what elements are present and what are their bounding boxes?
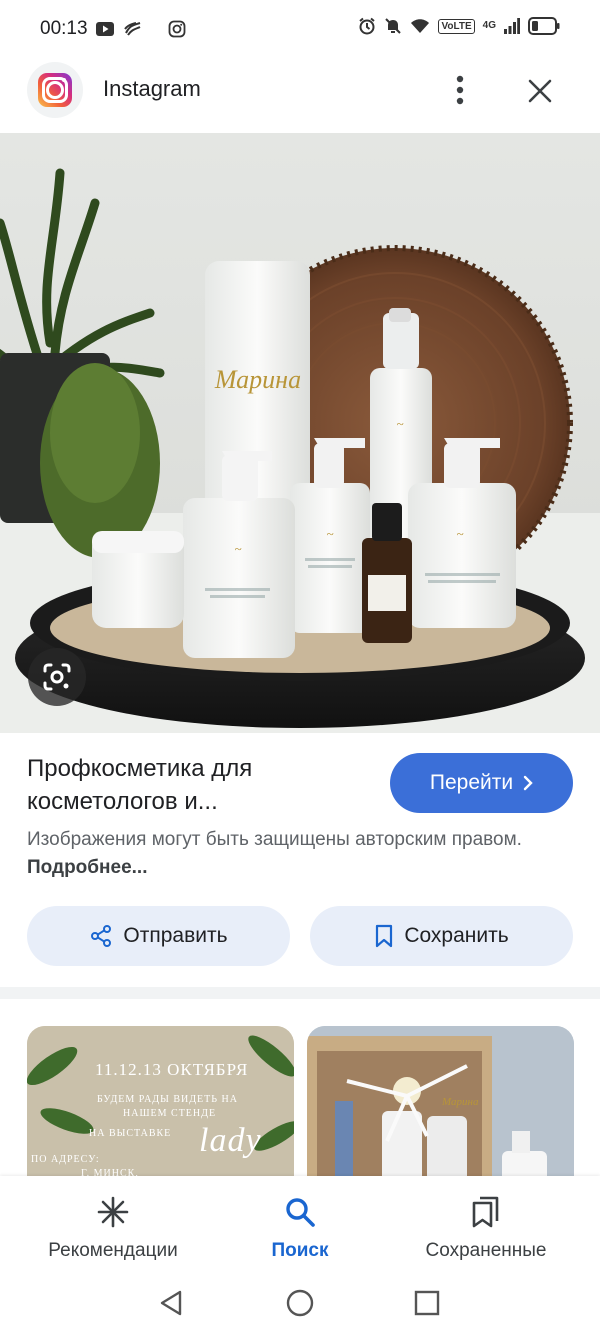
status-time: 00:13 — [40, 18, 88, 39]
tab-search[interactable]: Поиск — [210, 1192, 390, 1262]
source-app-logo[interactable] — [27, 62, 83, 118]
visit-button[interactable]: Перейти — [390, 753, 573, 813]
alarm-icon — [359, 17, 376, 35]
share-icon — [91, 925, 112, 947]
share-button[interactable]: Отправить — [27, 906, 290, 966]
wifi-icon — [411, 19, 430, 33]
share-label: Отправить — [123, 924, 228, 947]
fan-icon — [124, 22, 141, 36]
system-back-button[interactable] — [154, 1286, 188, 1320]
tab-saved[interactable]: Сохраненные — [396, 1192, 576, 1262]
close-button[interactable] — [518, 69, 562, 113]
save-label: Сохранить — [404, 924, 509, 947]
tab-saved-label: Сохраненные — [425, 1240, 547, 1261]
product-photo: Марина ~ ~ ~ ~ — [0, 133, 600, 733]
section-divider — [0, 987, 600, 999]
system-home-button[interactable] — [283, 1286, 317, 1320]
gift-box-photo — [307, 1026, 574, 1196]
volte-badge: VoLTE — [438, 18, 475, 34]
instagram-logo-icon — [38, 73, 72, 107]
screen: 00:13 VoLTE 4G Instagram Марина ~ ~ ~ ~ … — [0, 0, 600, 1332]
event-line-3: НА ВЫСТАВКЕ — [89, 1128, 172, 1139]
event-date: 11.12.13 ОКТЯБРЯ — [95, 1060, 249, 1079]
svg-text:~: ~ — [456, 526, 463, 541]
home-icon — [286, 1289, 314, 1317]
event-logo: lady — [199, 1122, 262, 1159]
event-line-2: НАШЕМ СТЕНДЕ — [123, 1108, 217, 1119]
related-image-2[interactable]: Марина — [307, 1026, 574, 1196]
learn-more-link[interactable]: Подробнее... — [27, 857, 147, 878]
back-icon — [160, 1290, 182, 1316]
google-lens-button[interactable] — [28, 648, 86, 706]
visit-label: Перейти — [429, 771, 514, 794]
status-bar: 00:13 VoLTE 4G — [0, 0, 600, 58]
search-icon — [286, 1198, 315, 1227]
copyright-text: Изображения могут быть защищены авторски… — [27, 829, 522, 850]
tab-search-label: Поиск — [271, 1240, 329, 1261]
system-recents-button[interactable] — [410, 1286, 444, 1320]
related-image-1[interactable]: 11.12.13 ОКТЯБРЯ БУДЕМ РАДЫ ВИДЕТЬ НА НА… — [27, 1026, 294, 1196]
tab-recommendations-label: Рекомендации — [48, 1240, 178, 1261]
asterisk-icon — [97, 1196, 129, 1228]
product-image[interactable]: Марина ~ ~ ~ ~ — [0, 133, 600, 733]
network-type: 4G — [482, 20, 496, 31]
battery-icon — [528, 17, 560, 35]
recents-icon — [414, 1290, 440, 1316]
close-icon — [528, 79, 552, 103]
mute-icon — [385, 18, 402, 34]
event-line-4: ПО АДРЕСУ: — [31, 1154, 100, 1165]
source-title[interactable]: Instagram — [103, 76, 201, 102]
svg-text:~: ~ — [396, 416, 403, 431]
google-lens-icon — [43, 663, 71, 691]
gift-brand-mark: Марина — [442, 1096, 479, 1108]
more-vert-icon — [456, 75, 464, 105]
chevron-right-icon — [523, 775, 533, 791]
svg-text:~: ~ — [326, 526, 333, 541]
bookmark-icon — [376, 924, 393, 948]
system-navigation-bar — [0, 1272, 600, 1332]
svg-text:~: ~ — [234, 541, 241, 556]
copyright-notice: Изображения могут быть защищены авторски… — [27, 826, 547, 882]
more-options-button[interactable] — [440, 70, 480, 110]
towel-brand-mark: Марина — [214, 365, 301, 394]
signal-icon — [504, 18, 520, 34]
bottom-navigation: Рекомендации Поиск Сохраненные — [0, 1176, 600, 1272]
result-title[interactable]: Профкосметика для косметологов и... — [27, 752, 357, 818]
instagram-icon — [168, 20, 186, 38]
save-button[interactable]: Сохранить — [310, 906, 573, 966]
tab-recommendations[interactable]: Рекомендации — [23, 1192, 203, 1262]
collections-icon — [472, 1196, 499, 1228]
event-line-1: БУДЕМ РАДЫ ВИДЕТЬ НА — [97, 1094, 238, 1105]
youtube-icon — [96, 22, 114, 36]
viewer-header: Instagram — [0, 58, 600, 133]
